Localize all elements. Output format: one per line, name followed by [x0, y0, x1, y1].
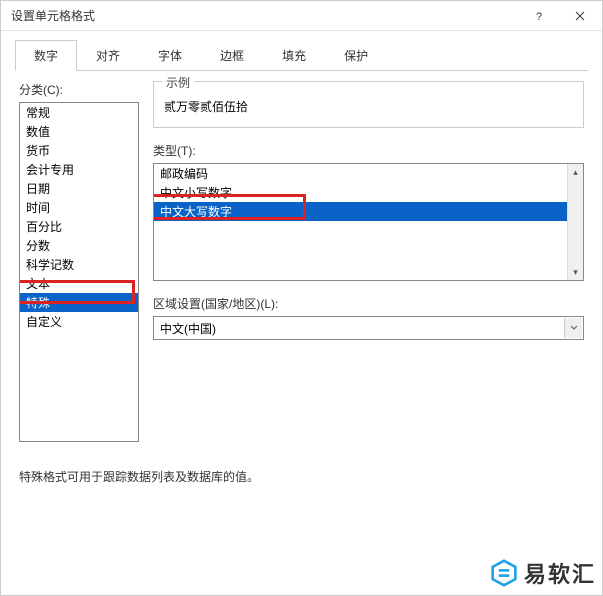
format-cells-dialog: 设置单元格格式 ? 数字对齐字体边框填充保护 分类(C): 常规数值货币会计专用… [0, 0, 603, 596]
content-area: 分类(C): 常规数值货币会计专用日期时间百分比分数科学记数文本特殊自定义 示例… [1, 71, 602, 452]
titlebar: 设置单元格格式 ? [1, 1, 602, 31]
description-text: 特殊格式可用于跟踪数据列表及数据库的值。 [19, 468, 584, 485]
sample-group-title: 示例 [162, 74, 194, 91]
watermark: 易软汇 [490, 557, 596, 589]
locale-row: 区域设置(国家/地区)(L): 中文(中国) [153, 295, 584, 340]
category-item[interactable]: 分数 [20, 236, 138, 255]
category-item[interactable]: 货币 [20, 141, 138, 160]
type-label: 类型(T): [153, 142, 584, 159]
type-scrollbar[interactable]: ▴ ▾ [567, 164, 583, 280]
locale-select[interactable]: 中文(中国) [153, 316, 584, 340]
type-listbox[interactable]: 邮政编码中文小写数字中文大写数字 ▴ ▾ [153, 163, 584, 281]
locale-value: 中文(中国) [160, 320, 216, 337]
category-item[interactable]: 特殊 [20, 293, 138, 312]
tab-0[interactable]: 数字 [15, 40, 77, 71]
locale-label: 区域设置(国家/地区)(L): [153, 295, 584, 312]
category-item[interactable]: 数值 [20, 122, 138, 141]
tab-5[interactable]: 保护 [325, 40, 387, 71]
type-item[interactable]: 邮政编码 [154, 164, 583, 183]
type-item[interactable]: 中文大写数字 [154, 202, 583, 221]
tab-2[interactable]: 字体 [139, 40, 201, 71]
help-button[interactable]: ? [520, 2, 560, 30]
category-item[interactable]: 会计专用 [20, 160, 138, 179]
category-item[interactable]: 百分比 [20, 217, 138, 236]
detail-column: 示例 贰万零贰佰伍拾 类型(T): 邮政编码中文小写数字中文大写数字 ▴ ▾ 区… [153, 81, 584, 442]
category-item[interactable]: 常规 [20, 103, 138, 122]
category-item[interactable]: 日期 [20, 179, 138, 198]
category-item[interactable]: 文本 [20, 274, 138, 293]
sample-value: 贰万零贰佰伍拾 [164, 96, 573, 117]
tab-4[interactable]: 填充 [263, 40, 325, 71]
dialog-title: 设置单元格格式 [11, 7, 520, 24]
tab-1[interactable]: 对齐 [77, 40, 139, 71]
scroll-up-icon[interactable]: ▴ [568, 164, 583, 180]
category-listbox[interactable]: 常规数值货币会计专用日期时间百分比分数科学记数文本特殊自定义 [19, 102, 139, 442]
category-column: 分类(C): 常规数值货币会计专用日期时间百分比分数科学记数文本特殊自定义 [19, 81, 139, 442]
category-item[interactable]: 科学记数 [20, 255, 138, 274]
svg-text:?: ? [536, 11, 542, 21]
scroll-down-icon[interactable]: ▾ [568, 264, 583, 280]
watermark-text: 易软汇 [524, 557, 596, 589]
category-label: 分类(C): [19, 81, 139, 98]
category-item[interactable]: 自定义 [20, 312, 138, 331]
tab-strip: 数字对齐字体边框填充保护 [15, 39, 588, 71]
tab-3[interactable]: 边框 [201, 40, 263, 71]
sample-group: 示例 贰万零贰佰伍拾 [153, 81, 584, 128]
close-button[interactable] [560, 2, 600, 30]
watermark-logo-icon [490, 559, 518, 587]
category-item[interactable]: 时间 [20, 198, 138, 217]
scroll-track[interactable] [568, 180, 583, 264]
chevron-down-icon[interactable] [564, 318, 582, 338]
type-item[interactable]: 中文小写数字 [154, 183, 583, 202]
